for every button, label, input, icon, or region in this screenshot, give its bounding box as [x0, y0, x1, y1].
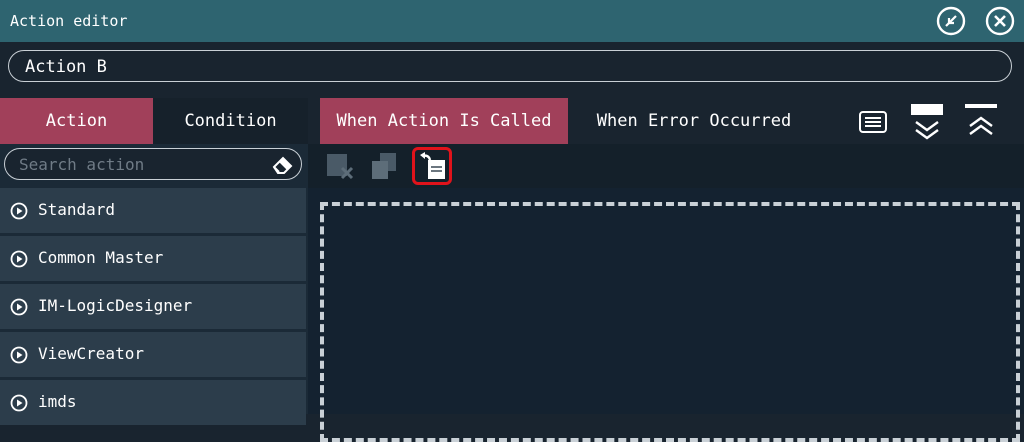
delete-icon[interactable]: [324, 150, 356, 182]
copy-icon[interactable]: [368, 150, 400, 182]
play-circle-icon: [10, 298, 28, 316]
play-circle-icon: [10, 394, 28, 412]
category-label: Standard: [38, 200, 116, 219]
list-view-icon[interactable]: [858, 110, 888, 138]
action-name-value: Action B: [25, 57, 107, 77]
category-common-master[interactable]: Common Master: [0, 236, 306, 281]
category-im-logicdesigner[interactable]: IM-LogicDesigner: [0, 284, 306, 329]
close-circle-icon[interactable]: [985, 6, 1015, 36]
category-viewcreator[interactable]: ViewCreator: [0, 332, 306, 377]
category-label: imds: [38, 392, 77, 411]
tab-condition[interactable]: Condition: [153, 98, 308, 144]
action-name-bar: Action B: [0, 42, 1024, 98]
collapse-up-icon[interactable]: [964, 102, 998, 144]
action-canvas[interactable]: [308, 188, 1024, 442]
action-name-input[interactable]: Action B: [8, 50, 1012, 82]
paste-icon[interactable]: [416, 150, 448, 182]
search-placeholder: Search action: [19, 155, 145, 174]
collapse-arrows-icon[interactable]: [936, 6, 966, 36]
tab-action[interactable]: Action: [0, 98, 153, 144]
category-standard[interactable]: Standard: [0, 188, 306, 233]
window-title: Action editor: [10, 12, 128, 30]
category-imds[interactable]: imds: [0, 380, 306, 425]
play-circle-icon: [10, 202, 28, 220]
category-label: IM-LogicDesigner: [38, 296, 193, 315]
title-bar: Action editor: [0, 0, 1024, 42]
tab-when-error-occurred[interactable]: When Error Occurred: [576, 98, 812, 144]
category-label: ViewCreator: [38, 344, 144, 363]
left-panel: Action Condition Search action Standard …: [0, 98, 308, 425]
drop-zone[interactable]: [320, 202, 1020, 442]
action-toolbar: [308, 144, 1024, 188]
right-panel: When Action Is Called When Error Occurre…: [308, 98, 1024, 442]
tab-when-action-is-called[interactable]: When Action Is Called: [320, 98, 568, 144]
eraser-icon[interactable]: [271, 153, 295, 175]
expand-down-icon[interactable]: [910, 102, 944, 144]
category-label: Common Master: [38, 248, 164, 267]
play-circle-icon: [10, 346, 28, 364]
play-circle-icon: [10, 250, 28, 268]
search-action-input[interactable]: Search action: [4, 148, 302, 180]
